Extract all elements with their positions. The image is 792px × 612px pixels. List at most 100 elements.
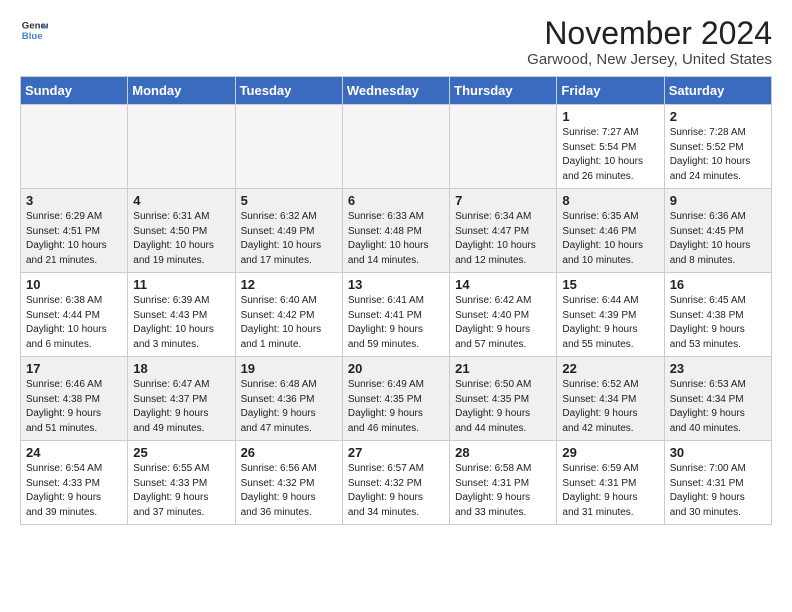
day-number: 9 xyxy=(670,193,766,208)
calendar-cell: 1 Sunrise: 7:27 AM Sunset: 5:54 PM Daylig… xyxy=(557,105,664,189)
calendar-cell: 25 Sunrise: 6:55 AM Sunset: 4:33 PM Dayli… xyxy=(128,441,235,525)
page-header: General Blue November 2024 Garwood, New … xyxy=(20,16,772,68)
day-info: Sunrise: 6:44 AM Sunset: 4:39 PM Dayligh… xyxy=(562,294,658,352)
calendar-cell: 17 Sunrise: 6:46 AM Sunset: 4:38 PM Dayli… xyxy=(21,357,128,441)
day-info: Sunrise: 6:32 AM Sunset: 4:49 PM Dayligh… xyxy=(241,210,337,268)
day-info: Sunrise: 6:39 AM Sunset: 4:43 PM Dayligh… xyxy=(133,294,229,352)
day-number: 19 xyxy=(241,361,337,376)
location-subtitle: Garwood, New Jersey, United States xyxy=(527,51,772,68)
day-info: Sunrise: 6:36 AM Sunset: 4:45 PM Dayligh… xyxy=(670,210,766,268)
day-info: Sunrise: 6:35 AM Sunset: 4:46 PM Dayligh… xyxy=(562,210,658,268)
day-info: Sunrise: 6:55 AM Sunset: 4:33 PM Dayligh… xyxy=(133,462,229,520)
calendar-week-row: 17 Sunrise: 6:46 AM Sunset: 4:38 PM Dayli… xyxy=(21,357,772,441)
day-info: Sunrise: 6:58 AM Sunset: 4:31 PM Dayligh… xyxy=(455,462,551,520)
calendar-cell: 14Sunrise: 6:42 AM Sunset: 4:40 PM Dayli… xyxy=(450,273,557,357)
day-number: 4 xyxy=(133,193,229,208)
title-area: November 2024 Garwood, New Jersey, Unite… xyxy=(527,16,772,68)
calendar-cell: 5 Sunrise: 6:32 AM Sunset: 4:49 PM Daylig… xyxy=(235,189,342,273)
day-info: Sunrise: 7:28 AM Sunset: 5:52 PM Dayligh… xyxy=(670,126,766,184)
day-info: Sunrise: 7:27 AM Sunset: 5:54 PM Dayligh… xyxy=(562,126,658,184)
day-number: 27 xyxy=(348,445,444,460)
weekday-header: Wednesday xyxy=(342,77,449,105)
day-number: 15 xyxy=(562,277,658,292)
calendar-cell: 28 Sunrise: 6:58 AM Sunset: 4:31 PM Dayli… xyxy=(450,441,557,525)
calendar-cell: 11 Sunrise: 6:39 AM Sunset: 4:43 PM Dayli… xyxy=(128,273,235,357)
svg-text:Blue: Blue xyxy=(22,31,43,42)
day-info: Sunrise: 6:54 AM Sunset: 4:33 PM Dayligh… xyxy=(26,462,122,520)
calendar-cell: 2 Sunrise: 7:28 AM Sunset: 5:52 PM Daylig… xyxy=(664,105,771,189)
day-number: 18 xyxy=(133,361,229,376)
calendar-cell: 8 Sunrise: 6:35 AM Sunset: 4:46 PM Daylig… xyxy=(557,189,664,273)
calendar-cell: 13 Sunrise: 6:41 AM Sunset: 4:41 PM Dayli… xyxy=(342,273,449,357)
day-number: 22 xyxy=(562,361,658,376)
day-number: 30 xyxy=(670,445,766,460)
calendar-cell: 24 Sunrise: 6:54 AM Sunset: 4:33 PM Dayli… xyxy=(21,441,128,525)
day-number: 2 xyxy=(670,109,766,124)
day-number: 21 xyxy=(455,361,551,376)
day-info: Sunrise: 6:52 AM Sunset: 4:34 PM Dayligh… xyxy=(562,378,658,436)
day-number: 26 xyxy=(241,445,337,460)
weekday-header: Saturday xyxy=(664,77,771,105)
day-info: Sunrise: 6:41 AM Sunset: 4:41 PM Dayligh… xyxy=(348,294,444,352)
day-info: Sunrise: 6:29 AM Sunset: 4:51 PM Dayligh… xyxy=(26,210,122,268)
day-number: 1 xyxy=(562,109,658,124)
day-info: Sunrise: 6:46 AM Sunset: 4:38 PM Dayligh… xyxy=(26,378,122,436)
calendar-cell: 23Sunrise: 6:53 AM Sunset: 4:34 PM Dayli… xyxy=(664,357,771,441)
calendar-table: SundayMondayTuesdayWednesdayThursdayFrid… xyxy=(20,76,772,525)
day-info: Sunrise: 6:33 AM Sunset: 4:48 PM Dayligh… xyxy=(348,210,444,268)
day-info: Sunrise: 6:50 AM Sunset: 4:35 PM Dayligh… xyxy=(455,378,551,436)
day-info: Sunrise: 6:31 AM Sunset: 4:50 PM Dayligh… xyxy=(133,210,229,268)
day-number: 6 xyxy=(348,193,444,208)
day-number: 20 xyxy=(348,361,444,376)
day-number: 3 xyxy=(26,193,122,208)
calendar-cell: 7Sunrise: 6:34 AM Sunset: 4:47 PM Daylig… xyxy=(450,189,557,273)
day-info: Sunrise: 6:40 AM Sunset: 4:42 PM Dayligh… xyxy=(241,294,337,352)
day-number: 25 xyxy=(133,445,229,460)
calendar-cell xyxy=(342,105,449,189)
day-info: Sunrise: 6:48 AM Sunset: 4:36 PM Dayligh… xyxy=(241,378,337,436)
day-number: 16 xyxy=(670,277,766,292)
calendar-cell: 22 Sunrise: 6:52 AM Sunset: 4:34 PM Dayli… xyxy=(557,357,664,441)
day-info: Sunrise: 6:47 AM Sunset: 4:37 PM Dayligh… xyxy=(133,378,229,436)
calendar-cell xyxy=(128,105,235,189)
day-info: Sunrise: 6:38 AM Sunset: 4:44 PM Dayligh… xyxy=(26,294,122,352)
calendar-week-row: 10 Sunrise: 6:38 AM Sunset: 4:44 PM Dayli… xyxy=(21,273,772,357)
logo[interactable]: General Blue xyxy=(20,16,48,44)
day-number: 8 xyxy=(562,193,658,208)
weekday-header: Thursday xyxy=(450,77,557,105)
day-info: Sunrise: 6:42 AM Sunset: 4:40 PM Dayligh… xyxy=(455,294,551,352)
day-number: 29 xyxy=(562,445,658,460)
calendar-cell xyxy=(450,105,557,189)
calendar-cell: 20Sunrise: 6:49 AM Sunset: 4:35 PM Dayli… xyxy=(342,357,449,441)
day-number: 10 xyxy=(26,277,122,292)
day-info: Sunrise: 6:57 AM Sunset: 4:32 PM Dayligh… xyxy=(348,462,444,520)
calendar-cell: 10 Sunrise: 6:38 AM Sunset: 4:44 PM Dayli… xyxy=(21,273,128,357)
day-number: 11 xyxy=(133,277,229,292)
day-number: 28 xyxy=(455,445,551,460)
calendar-cell: 26Sunrise: 6:56 AM Sunset: 4:32 PM Dayli… xyxy=(235,441,342,525)
calendar-cell: 15 Sunrise: 6:44 AM Sunset: 4:39 PM Dayli… xyxy=(557,273,664,357)
calendar-cell: 19 Sunrise: 6:48 AM Sunset: 4:36 PM Dayli… xyxy=(235,357,342,441)
calendar-cell: 16 Sunrise: 6:45 AM Sunset: 4:38 PM Dayli… xyxy=(664,273,771,357)
calendar-cell: 4 Sunrise: 6:31 AM Sunset: 4:50 PM Daylig… xyxy=(128,189,235,273)
weekday-header: Sunday xyxy=(21,77,128,105)
calendar-cell: 27 Sunrise: 6:57 AM Sunset: 4:32 PM Dayli… xyxy=(342,441,449,525)
calendar-cell xyxy=(21,105,128,189)
calendar-cell: 3 Sunrise: 6:29 AM Sunset: 4:51 PM Daylig… xyxy=(21,189,128,273)
weekday-header: Friday xyxy=(557,77,664,105)
day-number: 13 xyxy=(348,277,444,292)
calendar-cell: 6 Sunrise: 6:33 AM Sunset: 4:48 PM Daylig… xyxy=(342,189,449,273)
day-number: 5 xyxy=(241,193,337,208)
weekday-header: Monday xyxy=(128,77,235,105)
day-number: 17 xyxy=(26,361,122,376)
month-title: November 2024 xyxy=(527,16,772,51)
day-info: Sunrise: 6:59 AM Sunset: 4:31 PM Dayligh… xyxy=(562,462,658,520)
calendar-cell xyxy=(235,105,342,189)
day-info: Sunrise: 6:45 AM Sunset: 4:38 PM Dayligh… xyxy=(670,294,766,352)
day-number: 12 xyxy=(241,277,337,292)
calendar-week-row: 3 Sunrise: 6:29 AM Sunset: 4:51 PM Daylig… xyxy=(21,189,772,273)
weekday-header: Tuesday xyxy=(235,77,342,105)
calendar-header-row: SundayMondayTuesdayWednesdayThursdayFrid… xyxy=(21,77,772,105)
calendar-cell: 30Sunrise: 7:00 AM Sunset: 4:31 PM Dayli… xyxy=(664,441,771,525)
day-number: 24 xyxy=(26,445,122,460)
